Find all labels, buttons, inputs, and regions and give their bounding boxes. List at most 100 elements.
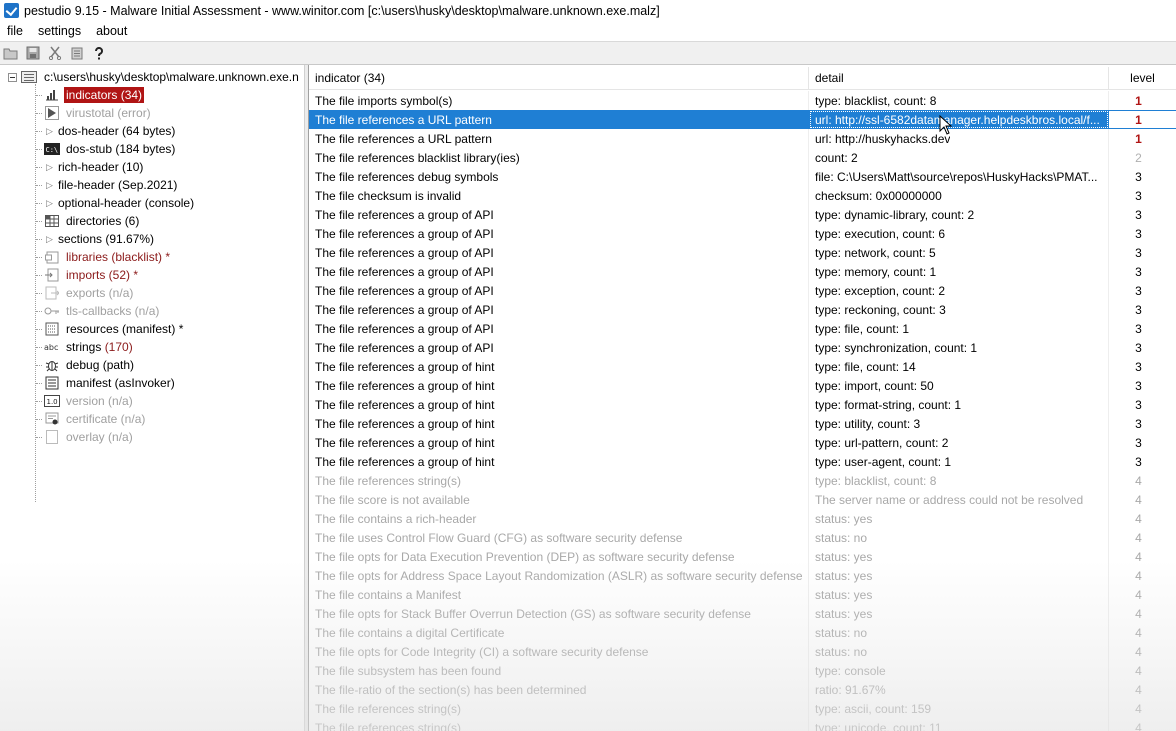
tree-item[interactable]: ▷ sections (91.67%) <box>36 230 156 248</box>
detail-cell: type: synchronization, count: 1 <box>809 338 1109 357</box>
level-cell: 3 <box>1135 188 1142 203</box>
tree-item[interactable]: debug (path) <box>36 356 136 374</box>
tree-item[interactable]: C:\ dos-stub (184 bytes) <box>36 140 177 158</box>
level-cell: 4 <box>1135 549 1142 564</box>
indicator-cell: The file opts for Address Space Layout R… <box>309 566 809 585</box>
table-row[interactable]: The file references a group of hint type:… <box>309 452 1176 471</box>
tree-item[interactable]: ▷ file-header (Sep.2021) <box>36 176 179 194</box>
indicator-cell: The file opts for Code Integrity (CI) a … <box>309 642 809 661</box>
table-row[interactable]: The file checksum is invalid checksum: 0x… <box>309 186 1176 205</box>
tree-item[interactable]: exports (n/a) <box>36 284 135 302</box>
detail-text: url: http://huskyhacks.dev <box>815 131 951 146</box>
chevron-right-icon[interactable]: ▷ <box>44 234 55 245</box>
level-cell: 4 <box>1135 568 1142 583</box>
level-cell: 1 <box>1135 93 1142 108</box>
chevron-right-icon[interactable]: ▷ <box>44 198 55 209</box>
tree-item[interactable]: indicators (34) <box>36 86 145 104</box>
table-row[interactable]: The file references debug symbols file: C… <box>309 167 1176 186</box>
cut-icon[interactable] <box>44 43 66 63</box>
table-row[interactable]: The file references string(s) type: ascii… <box>309 699 1176 718</box>
column-header-detail[interactable]: detail <box>809 67 1109 89</box>
collapse-icon[interactable] <box>8 72 17 82</box>
indicator-cell: The file references string(s) <box>309 471 809 490</box>
table-row[interactable]: The file references a group of API type: … <box>309 205 1176 224</box>
table-row[interactable]: The file references string(s) type: unico… <box>309 718 1176 731</box>
tree-item[interactable]: ▷ rich-header (10) <box>36 158 145 176</box>
pestudio-app-icon <box>4 3 19 18</box>
tree-item[interactable]: virustotal (error) <box>36 104 153 122</box>
tree-root[interactable]: c:\users\husky\desktop\malware.unknown.e… <box>8 68 301 86</box>
certificate-icon <box>44 412 60 426</box>
tree-item[interactable]: overlay (n/a) <box>36 428 135 446</box>
tree-item[interactable]: imports (52) * <box>36 266 140 284</box>
table-row[interactable]: The file opts for Data Execution Prevent… <box>309 547 1176 566</box>
tree-item[interactable]: ▷ dos-header (64 bytes) <box>36 122 177 140</box>
bug-icon <box>44 358 60 372</box>
tree-item-label: strings (170) <box>64 339 135 355</box>
table-row[interactable]: The file references a URL pattern url: ht… <box>309 110 1176 129</box>
table-row[interactable]: The file references a group of API type: … <box>309 224 1176 243</box>
table-row[interactable]: The file contains a rich-header status: y… <box>309 509 1176 528</box>
table-row[interactable]: The file-ratio of the section(s) has bee… <box>309 680 1176 699</box>
table-row[interactable]: The file references a group of hint type:… <box>309 357 1176 376</box>
column-header-level[interactable]: level <box>1109 67 1176 89</box>
tree-connector <box>36 382 42 384</box>
table-row[interactable]: The file opts for Code Integrity (CI) a … <box>309 642 1176 661</box>
tree-item[interactable]: ▷ optional-header (console) <box>36 194 196 212</box>
chevron-right-icon[interactable]: ▷ <box>44 180 55 191</box>
table-row[interactable]: The file references a group of API type: … <box>309 262 1176 281</box>
table-row[interactable]: The file score is not available The serve… <box>309 490 1176 509</box>
menu-file[interactable]: file <box>0 24 31 38</box>
table-row[interactable]: The file references a group of hint type:… <box>309 395 1176 414</box>
detail-cell: type: unicode, count: 11 <box>809 718 1109 731</box>
detail-cell: count: 2 <box>809 148 1109 167</box>
open-folder-icon[interactable] <box>0 43 22 63</box>
table-row[interactable]: The file references a group of hint type:… <box>309 414 1176 433</box>
tree-connector <box>36 274 42 276</box>
detail-cell: status: yes <box>809 585 1109 604</box>
save-icon[interactable] <box>22 43 44 63</box>
tree-item[interactable]: resources (manifest) * <box>36 320 185 338</box>
tree-item[interactable]: 1.0 version (n/a) <box>36 392 135 410</box>
menu-settings[interactable]: settings <box>31 24 89 38</box>
tree-item-label: optional-header (console) <box>58 196 195 210</box>
table-row[interactable]: The file references a group of hint type:… <box>309 433 1176 452</box>
table-row[interactable]: The file references string(s) type: black… <box>309 471 1176 490</box>
table-row[interactable]: The file subsystem has been found type: c… <box>309 661 1176 680</box>
chevron-right-icon[interactable]: ▷ <box>44 126 55 137</box>
detail-cell: url: http://ssl-6582datamanager.helpdesk… <box>809 110 1109 129</box>
detail-text: status: no <box>815 625 868 640</box>
clipboard-icon[interactable] <box>66 43 88 63</box>
tree-item[interactable]: certificate (n/a) <box>36 410 147 428</box>
table-row[interactable]: The file contains a Manifest status: yes 4 <box>309 585 1176 604</box>
tree-item[interactable]: tls-callbacks (n/a) <box>36 302 161 320</box>
library-icon <box>44 250 60 264</box>
table-row[interactable]: The file references a URL pattern url: ht… <box>309 129 1176 148</box>
table-row[interactable]: The file references blacklist library(ie… <box>309 148 1176 167</box>
chevron-right-icon[interactable]: ▷ <box>44 162 55 173</box>
table-row[interactable]: The file contains a digital Certificate s… <box>309 623 1176 642</box>
detail-text: type: blacklist, count: 8 <box>815 473 937 488</box>
toolbar <box>0 42 1176 65</box>
table-row[interactable]: The file uses Control Flow Guard (CFG) a… <box>309 528 1176 547</box>
table-row[interactable]: The file references a group of API type: … <box>309 243 1176 262</box>
indicator-cell: The file references a group of hint <box>309 395 809 414</box>
tree-item[interactable]: manifest (asInvoker) <box>36 374 177 392</box>
menu-about[interactable]: about <box>89 24 135 38</box>
tree-item-label: version (n/a) <box>66 394 133 408</box>
table-row[interactable]: The file references a group of API type: … <box>309 319 1176 338</box>
table-row[interactable]: The file references a group of API type: … <box>309 300 1176 319</box>
table-row[interactable]: The file references a group of API type: … <box>309 338 1176 357</box>
tree-item[interactable]: abc strings (170) <box>36 338 135 356</box>
tree-item[interactable]: libraries (blacklist) * <box>36 248 172 266</box>
tree-item[interactable]: directories (6) <box>36 212 141 230</box>
detail-text: status: yes <box>815 568 873 583</box>
help-icon[interactable] <box>88 43 110 63</box>
table-row[interactable]: The file references a group of hint type:… <box>309 376 1176 395</box>
table-row[interactable]: The file imports symbol(s) type: blacklis… <box>309 91 1176 110</box>
column-header-indicator[interactable]: indicator (34) <box>309 67 809 89</box>
table-row[interactable]: The file references a group of API type: … <box>309 281 1176 300</box>
tree-item-label-count: (170) <box>104 340 133 354</box>
table-row[interactable]: The file opts for Stack Buffer Overrun D… <box>309 604 1176 623</box>
table-row[interactable]: The file opts for Address Space Layout R… <box>309 566 1176 585</box>
